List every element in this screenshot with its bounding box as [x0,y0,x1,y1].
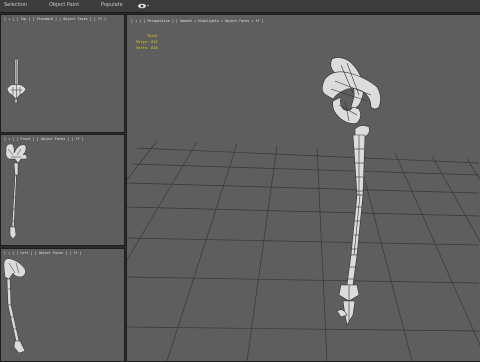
eye-icon[interactable] [137,1,149,11]
staff-front-view [5,143,28,240]
viewport-top-label[interactable]: [ + ] [ Top ] [ Standard ] [ Object Face… [4,17,106,21]
menu-selection[interactable]: Selection [4,2,27,8]
viewport-left-label[interactable]: [ + ] [ Left ] [ Object Faces ] [ ff ] [4,251,82,255]
perspective-scene [127,57,480,361]
stats-verts: Verts: 638 [136,46,158,50]
staff-mesh [321,57,381,326]
staff-left-view [3,258,26,354]
viewport-front-label[interactable]: [ + ] [ Front ] [ Object Faces ] [ ff ] [4,137,84,141]
viewport-front[interactable]: [ + ] [ Front ] [ Object Faces ] [ ff ] [0,134,125,246]
viewport-perspective-label[interactable]: [ + ] [ Perspective ] [ Smooth + Highlig… [131,19,264,23]
viewport-top[interactable]: [ + ] [ Top ] [ Standard ] [ Object Face… [0,14,125,133]
menu-object-paint[interactable]: Object Paint [49,2,79,8]
viewport-left[interactable]: [ + ] [ Left ] [ Object Faces ] [ ff ] [0,248,125,362]
menu-populate[interactable]: Populate [101,2,123,8]
ground-grid [127,140,480,361]
staff-top-view [6,58,27,104]
viewport-perspective[interactable]: [ + ] [ Perspective ] [ Smooth + Highlig… [126,14,480,362]
scene-statistics: Total Polys: 612 Verts: 638 [136,33,158,51]
menu-bar: Selection Object Paint Populate [0,0,480,13]
